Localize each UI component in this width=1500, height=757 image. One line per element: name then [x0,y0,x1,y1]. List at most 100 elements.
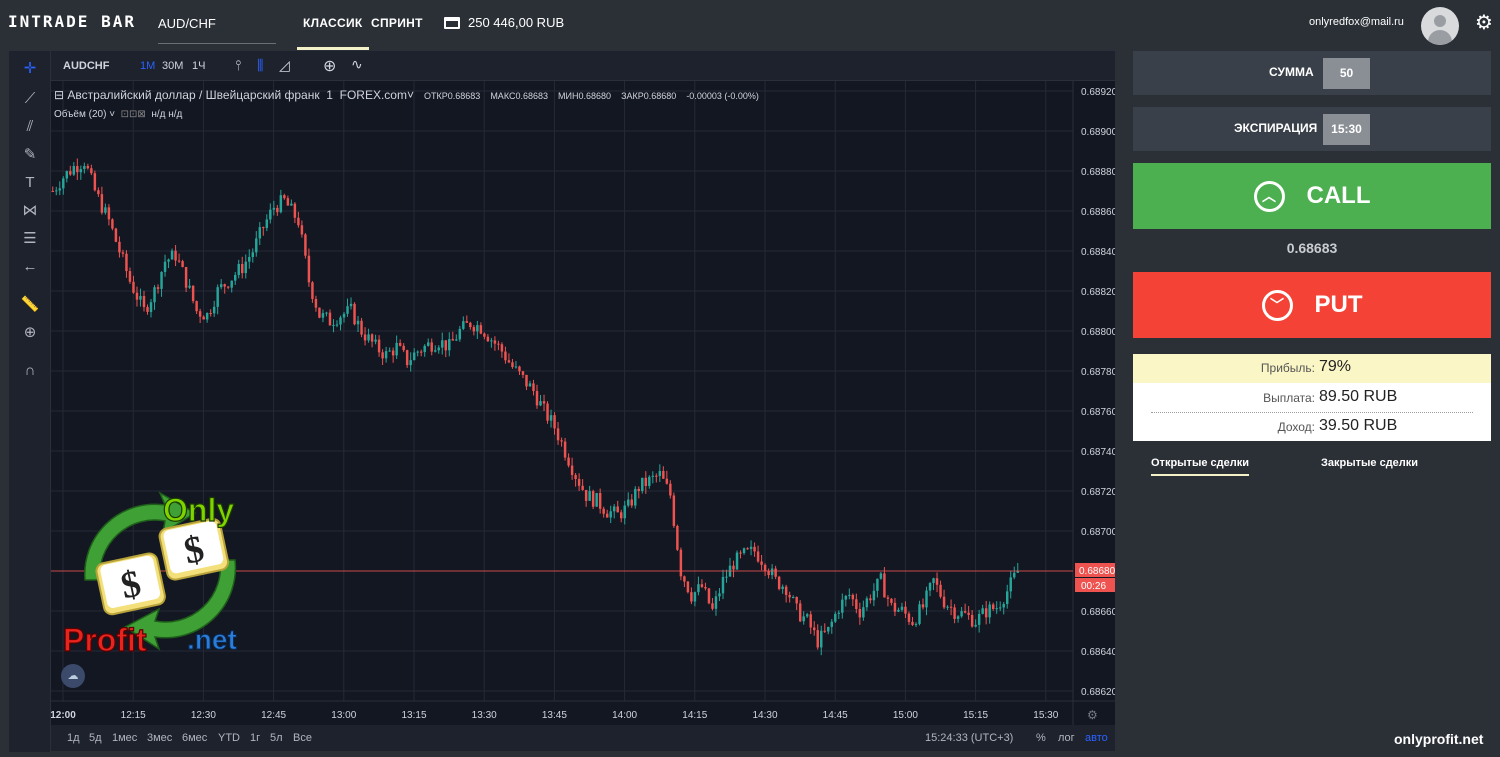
tab-closed-trades[interactable]: Закрытые сделки [1321,457,1418,469]
fib-tool-icon[interactable]: ⫽ [20,117,40,137]
candle-body [834,613,837,622]
candle-body [974,624,977,627]
interval-30m[interactable]: 30M [162,60,183,72]
range-6m[interactable]: 6мес [182,732,207,744]
candle-body [823,630,826,632]
candle-body [732,565,735,570]
log-toggle[interactable]: лог [1058,732,1075,744]
volume-settings-icon[interactable]: ⊡⊡⊠ [121,109,146,120]
prediction-tool-icon[interactable]: ☰ [20,229,40,249]
candles-style-icon[interactable]: ⫼ [257,57,263,74]
range-all[interactable]: Все [293,732,312,744]
candle-body [588,491,591,501]
candle-body [434,350,437,352]
compare-icon[interactable]: ∿ [351,56,363,73]
range-1y[interactable]: 1г [250,732,260,744]
candle-body [384,351,388,359]
amount-input[interactable]: 50 [1323,58,1370,89]
range-3m[interactable]: 3мес [147,732,172,744]
y-tick-label: 0.68840 [1081,247,1115,258]
amount-row[interactable]: СУММА 50 [1133,51,1491,95]
candle-body [325,312,328,314]
put-button[interactable]: ﹀ PUT [1133,272,1491,338]
range-1d[interactable]: 1д [67,732,80,744]
candle-body [356,320,360,325]
pair-selector[interactable]: AUD/CHF [158,16,276,44]
magnet-icon[interactable]: ∩ [20,361,40,381]
avatar[interactable] [1421,7,1459,45]
candle-body [546,403,549,421]
candle-body [62,178,65,189]
symbol-label[interactable]: AUDCHF [63,60,109,72]
candle-body [644,477,648,486]
crosshair-icon[interactable]: ✛ [20,59,40,79]
candle-body [381,352,384,359]
candle-body [995,608,998,610]
range-5d[interactable]: 5д [89,732,102,744]
range-5y[interactable]: 5л [270,732,283,744]
interval-1m[interactable]: 1M [140,60,155,72]
tab-open-trades[interactable]: Открытые сделки [1151,457,1249,476]
candle-body [388,350,391,352]
balance[interactable]: 250 446,00 RUB [444,15,564,30]
text-tool-icon[interactable]: T [20,173,40,193]
candle-body [904,606,907,614]
candle-body [879,573,883,579]
logo[interactable]: INTRADE BAR [8,12,136,31]
ruler-icon[interactable]: 📏 [20,295,40,315]
candle-body [998,607,1002,609]
legend-title: Австралийский доллар / Швейцарский франк [67,88,320,102]
add-indicator-icon[interactable]: ⊕ [323,56,336,76]
collapse-icon[interactable]: ⊟ [54,88,64,102]
call-button[interactable]: ︿ CALL [1133,163,1491,229]
candle-body [128,271,132,282]
trend-line-icon[interactable]: ⟋ [20,89,40,109]
expiry-row[interactable]: ЭКСПИРАЦИЯ 15:30 [1133,107,1491,151]
range-1m[interactable]: 1мес [112,732,137,744]
tab-classic[interactable]: КЛАССИК [297,16,368,50]
candle-body [304,234,307,256]
candle-body [837,612,841,614]
bars-style-icon[interactable]: ⫯ [235,57,241,74]
candle-body [781,586,784,590]
candle-body [616,506,619,513]
candle-body [412,352,416,361]
area-style-icon[interactable]: ◿ [279,57,290,74]
axis-settings-icon[interactable]: ⚙ [1087,708,1098,722]
brush-icon[interactable]: ✎ [20,145,40,165]
candle-body [704,586,707,589]
candle-body [426,342,430,346]
volume-legend: Объём (20) ˅ ⊡⊡⊠ н/д н/д [54,109,183,120]
auto-toggle[interactable]: авто [1085,732,1108,744]
tab-sprint[interactable]: СПРИНТ [371,16,423,30]
candle-body [925,590,928,608]
range-ytd[interactable]: YTD [218,732,240,744]
candle-body [160,271,163,289]
back-arrow-icon[interactable]: ← [20,257,40,277]
cloud-icon[interactable]: ☁ [61,664,85,688]
interval-1h[interactable]: 1Ч [192,60,205,72]
candle-body [911,621,914,625]
zoom-icon[interactable]: ⊕ [20,323,40,343]
candle-body [286,198,290,206]
candle-body [451,339,455,341]
settings-gear-icon[interactable]: ⚙ [1474,13,1494,33]
volume-label[interactable]: Объём (20) [54,109,106,120]
expiry-input[interactable]: 15:30 [1323,114,1370,145]
candle-body [672,495,676,526]
candle-body [991,604,995,609]
candle-body [314,298,318,308]
candle-body [462,321,465,329]
avatar-head-icon [1434,15,1446,27]
user-email[interactable]: onlyredfox@mail.ru [1309,16,1404,28]
amount-label: СУММА [1269,65,1314,79]
top-bar: INTRADE BAR AUD/CHF КЛАССИК СПРИНТ 250 4… [0,0,1500,50]
pattern-tool-icon[interactable]: ⋈ [20,201,40,221]
candle-body [51,191,54,192]
candle-body [107,207,111,220]
percent-toggle[interactable]: % [1036,732,1046,744]
candle-body [956,616,960,619]
legend-source[interactable]: FOREX.com [340,88,407,102]
candle-body [437,347,440,351]
candle-body [655,475,658,477]
